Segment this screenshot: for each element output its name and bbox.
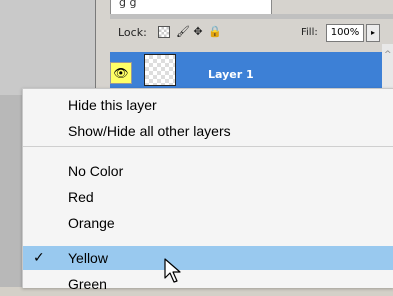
- fill-value-field[interactable]: 100%: [326, 24, 364, 42]
- menu-item-green[interactable]: Green: [23, 272, 393, 296]
- layer-row[interactable]: 👁 Layer 1: [110, 52, 382, 88]
- menu-item-no-color[interactable]: No Color: [23, 159, 393, 183]
- menu-item-label: Hide this layer: [68, 97, 157, 113]
- menu-item-orange[interactable]: Orange: [23, 211, 393, 235]
- menu-item-red[interactable]: Red: [23, 185, 393, 209]
- lock-icon[interactable]: 🔒: [208, 26, 222, 38]
- menu-item-label: No Color: [68, 163, 124, 179]
- mouse-pointer-icon: [164, 258, 181, 283]
- fill-label: Fill:: [301, 27, 318, 38]
- panel-divider: [110, 14, 393, 19]
- top-field-text: g g: [119, 0, 137, 9]
- brush-icon[interactable]: 🖌: [176, 26, 190, 38]
- menu-item-hide-layer[interactable]: Hide this layer: [23, 93, 393, 117]
- context-menu: Hide this layer Show/Hide all other laye…: [22, 88, 393, 292]
- left-canvas-area: [0, 0, 95, 95]
- scroll-up-icon[interactable]: ^: [384, 50, 392, 60]
- menu-item-label: Green: [68, 276, 107, 292]
- move-icon[interactable]: ✥: [192, 26, 204, 38]
- top-input-field[interactable]: g g: [110, 0, 272, 15]
- layer-thumbnail: [144, 54, 176, 86]
- fill-arrow-button[interactable]: ▸: [366, 24, 380, 42]
- menu-item-label: Orange: [68, 215, 115, 231]
- checkmark-icon: ✓: [33, 249, 45, 265]
- menu-item-label: Yellow: [68, 250, 108, 266]
- eye-icon[interactable]: 👁: [110, 62, 132, 84]
- layer-name: Layer 1: [208, 68, 254, 81]
- menu-item-show-hide-others[interactable]: Show/Hide all other layers: [23, 119, 393, 143]
- menu-item-label: Red: [68, 189, 94, 205]
- lock-row: Lock: 🖌 ✥ 🔒 Fill: 100% ▸: [110, 22, 393, 44]
- lock-label: Lock:: [118, 26, 147, 39]
- menu-item-label: Show/Hide all other layers: [68, 123, 231, 139]
- menu-item-yellow[interactable]: ✓ Yellow: [23, 246, 393, 270]
- menu-separator: [23, 146, 393, 147]
- transparency-lock-icon[interactable]: [158, 26, 170, 38]
